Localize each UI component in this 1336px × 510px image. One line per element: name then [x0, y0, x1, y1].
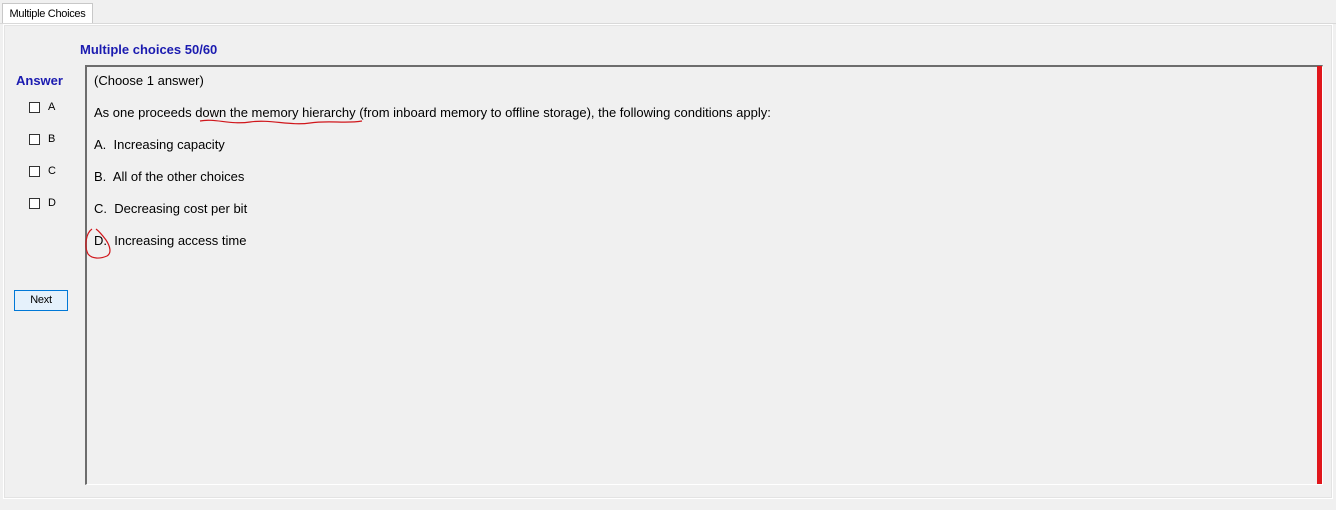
choice-text: Increasing capacity	[113, 137, 225, 152]
choice-a: A. Increasing capacity	[94, 137, 225, 152]
answer-option-label: A	[48, 101, 56, 113]
question-stem-post: (from inboard memory to offline storage)…	[355, 105, 771, 120]
tab-multiple-choices[interactable]: Multiple Choices	[2, 3, 93, 24]
checkbox-a[interactable]	[29, 102, 40, 113]
choice-text: All of the other choices	[112, 169, 245, 184]
choice-letter: D.	[94, 233, 107, 248]
answer-option-label: C	[48, 165, 56, 177]
choice-d: D. Increasing access time	[94, 233, 246, 248]
question-instruction: (Choose 1 answer)	[94, 73, 204, 88]
checkbox-c[interactable]	[29, 166, 40, 177]
next-button[interactable]: Next	[14, 290, 68, 311]
choice-letter: A.	[94, 137, 107, 152]
checkbox-d[interactable]	[29, 198, 40, 209]
answer-option-label: D	[48, 197, 56, 209]
choice-letter: C.	[94, 201, 107, 216]
question-stem-highlight: down the memory hierarchy	[195, 105, 356, 120]
choice-letter: B.	[94, 169, 107, 184]
question-text-box[interactable]	[85, 65, 1323, 485]
scroll-bar-marker	[1317, 66, 1322, 484]
answer-label: Answer	[16, 73, 63, 88]
choice-text: Increasing access time	[114, 233, 247, 248]
choice-b: B. All of the other choices	[94, 169, 244, 184]
answer-option-label: B	[48, 133, 56, 145]
question-stem: As one proceeds down the memory hierarch…	[94, 105, 771, 120]
choice-text: Decreasing cost per bit	[114, 201, 248, 216]
question-stem-pre: As one proceeds	[94, 105, 196, 120]
choice-c: C. Decreasing cost per bit	[94, 201, 247, 216]
page-title: Multiple choices 50/60	[80, 42, 218, 57]
checkbox-b[interactable]	[29, 134, 40, 145]
